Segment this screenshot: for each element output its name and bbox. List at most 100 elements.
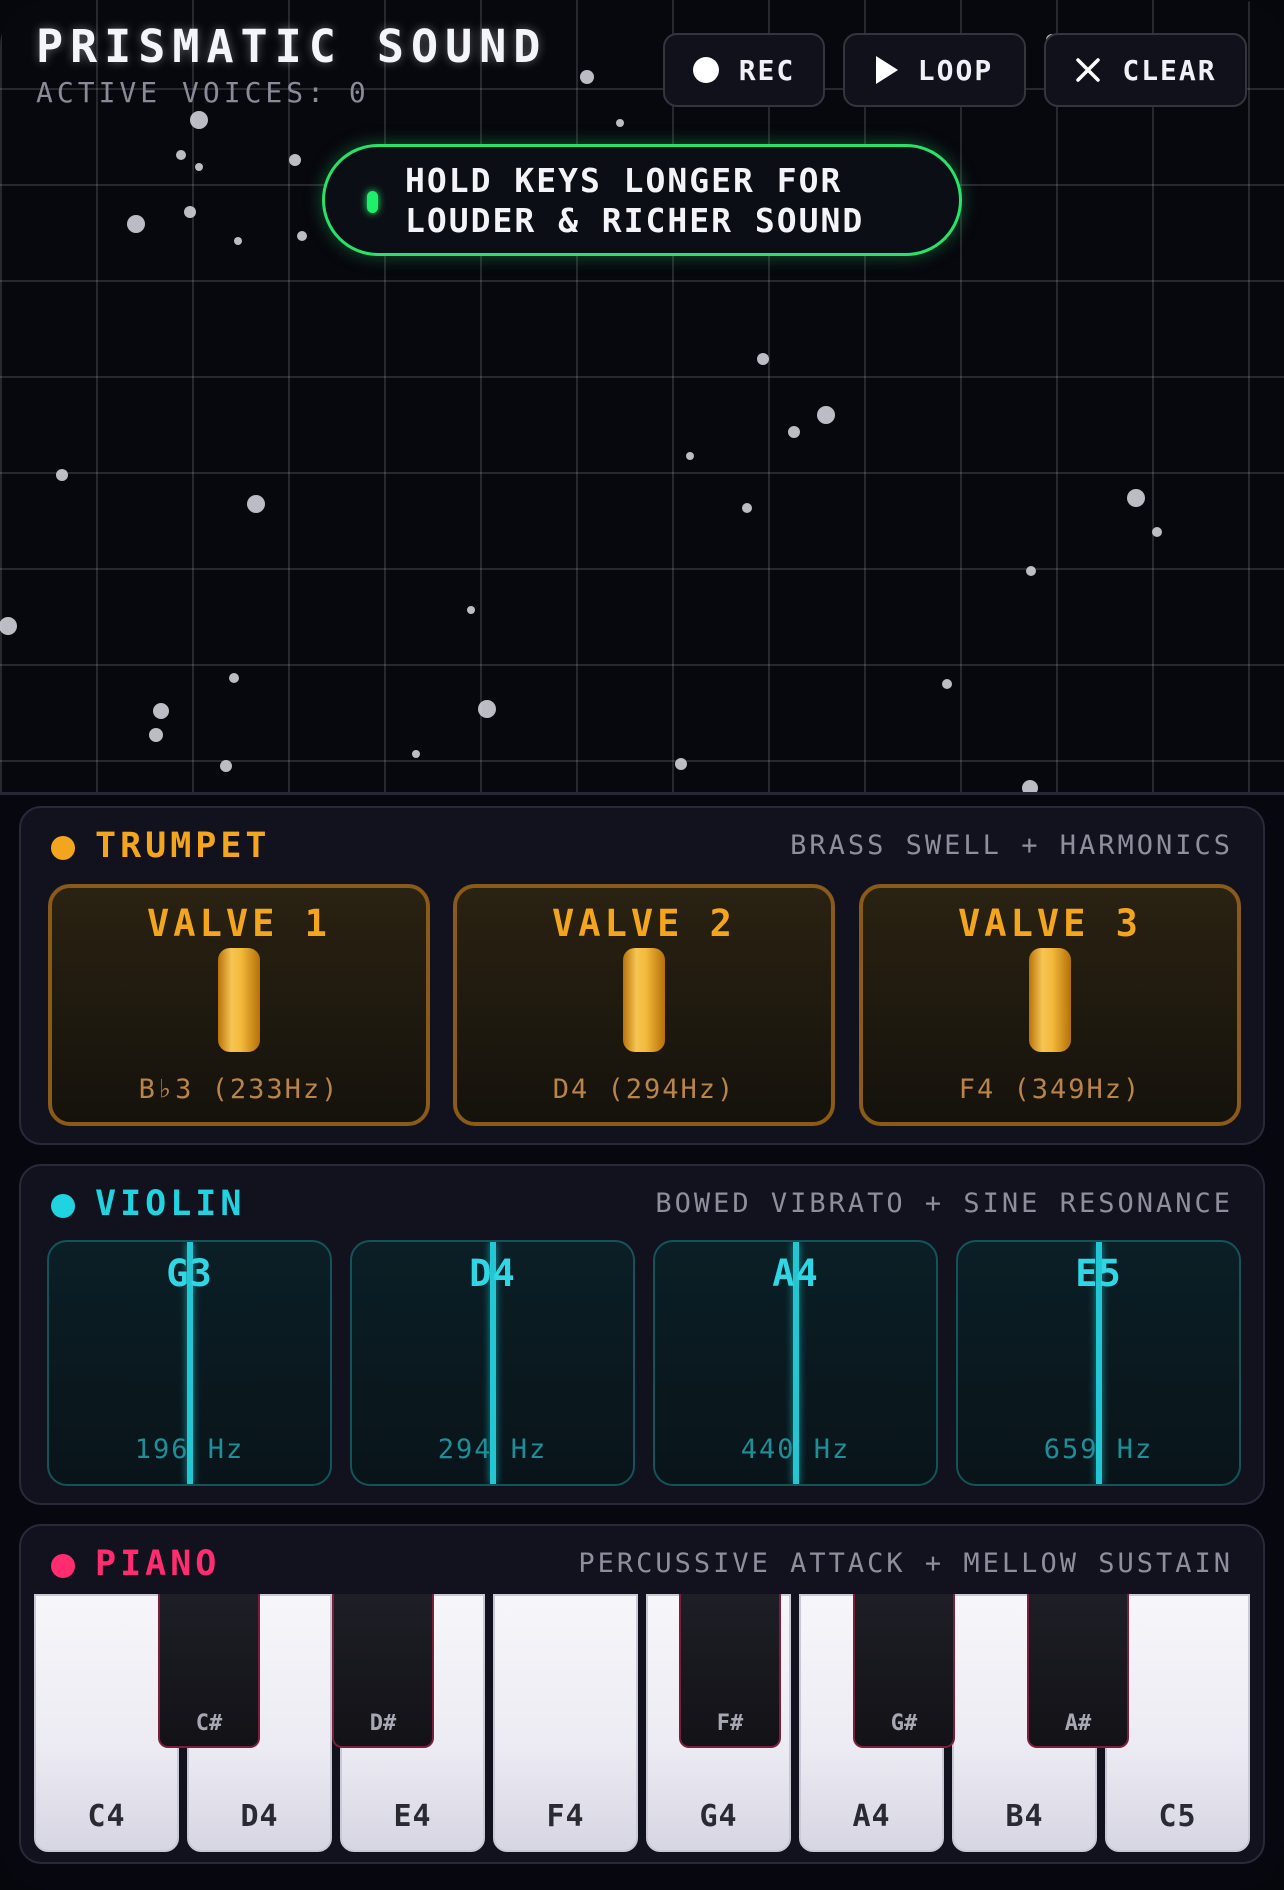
particle-dot xyxy=(220,760,232,772)
violin-indicator-dot xyxy=(51,1194,75,1218)
loop-button-label: LOOP xyxy=(917,53,994,87)
piano-key-f4[interactable]: F4 xyxy=(493,1594,638,1852)
clear-button-label: CLEAR xyxy=(1122,53,1217,87)
key-label: A4 xyxy=(852,1799,891,1834)
particle-dot xyxy=(289,154,301,166)
violin-string-g3[interactable]: G3 196 Hz xyxy=(47,1240,332,1486)
particle-dot xyxy=(742,503,752,513)
trumpet-description: BRASS SWELL + HARMONICS xyxy=(790,830,1233,861)
valve-3[interactable]: VALVE 3 F4 (349Hz) xyxy=(859,884,1241,1126)
rec-button[interactable]: REC xyxy=(663,33,825,107)
piano-title: PIANO xyxy=(95,1544,221,1584)
string-frequency: 196 Hz xyxy=(134,1434,245,1465)
string-frequency: 659 Hz xyxy=(1043,1434,1154,1465)
valve-note: F4 (349Hz) xyxy=(958,1074,1142,1105)
hint-status-indicator xyxy=(367,191,378,213)
piano-key-f-sharp[interactable]: F# xyxy=(679,1594,781,1748)
key-label: F# xyxy=(716,1711,744,1736)
particle-dot xyxy=(467,606,475,614)
hint-banner: HOLD KEYS LONGER FOR LOUDER & RICHER SOU… xyxy=(322,144,962,256)
active-voices-readout: ACTIVE VOICES: 0 xyxy=(36,76,370,109)
hint-line-1: HOLD KEYS LONGER FOR xyxy=(405,161,843,200)
violin-header: VIOLIN BOWED VIBRATO + SINE RESONANCE xyxy=(51,1184,1233,1228)
particle-dot xyxy=(0,617,17,635)
valve-2[interactable]: VALVE 2 D4 (294Hz) xyxy=(453,884,835,1126)
particle-dot xyxy=(190,111,208,129)
string-note: G3 xyxy=(166,1252,213,1295)
particle-dot xyxy=(580,70,594,84)
string-frequency: 294 Hz xyxy=(437,1434,548,1465)
valve-piston-icon xyxy=(218,948,260,1052)
violin-title: VIOLIN xyxy=(95,1184,246,1224)
valve-1[interactable]: VALVE 1 B♭3 (233Hz) xyxy=(48,884,430,1126)
piano-indicator-dot xyxy=(51,1554,75,1578)
key-label: G# xyxy=(890,1711,918,1736)
particle-dot xyxy=(616,119,624,127)
valve-piston-icon xyxy=(623,948,665,1052)
key-label: A# xyxy=(1064,1711,1092,1736)
valve-label: VALVE 1 xyxy=(147,902,331,945)
valve-label: VALVE 2 xyxy=(552,902,736,945)
particle-dot xyxy=(757,353,769,365)
particle-dot xyxy=(195,163,203,171)
particle-dot xyxy=(153,703,169,719)
violin-string-d4[interactable]: D4 294 Hz xyxy=(350,1240,635,1486)
violin-string-a4[interactable]: A4 440 Hz xyxy=(653,1240,938,1486)
app-window: PRISMATIC SOUND ACTIVE VOICES: 0 REC LOO… xyxy=(0,0,1284,1890)
particle-dot xyxy=(56,469,68,481)
app-title: PRISMATIC SOUND xyxy=(36,20,548,73)
particle-dot xyxy=(229,673,239,683)
trumpet-header: TRUMPET BRASS SWELL + HARMONICS xyxy=(51,826,1233,870)
valve-note: D4 (294Hz) xyxy=(552,1074,736,1105)
key-label: D4 xyxy=(240,1799,279,1834)
particle-dot xyxy=(149,728,163,742)
piano-key-g-sharp[interactable]: G# xyxy=(853,1594,955,1748)
piano-keyboard: C4 D4 E4 F4 G4 A4 B4 C5 C# D# F# G# A# xyxy=(34,1594,1252,1852)
particle-dot xyxy=(478,700,496,718)
particle-dot xyxy=(817,406,835,424)
particle-dot xyxy=(675,758,687,770)
particle-dot xyxy=(234,237,242,245)
piano-key-a-sharp[interactable]: A# xyxy=(1027,1594,1129,1748)
key-label: C5 xyxy=(1158,1799,1197,1834)
key-label: G4 xyxy=(699,1799,738,1834)
trumpet-panel: TRUMPET BRASS SWELL + HARMONICS VALVE 1 … xyxy=(19,806,1265,1145)
particle-dot xyxy=(788,426,800,438)
particle-dot xyxy=(127,215,145,233)
key-label: E4 xyxy=(393,1799,432,1834)
violin-panel: VIOLIN BOWED VIBRATO + SINE RESONANCE G3… xyxy=(19,1164,1265,1505)
valve-note: B♭3 (233Hz) xyxy=(138,1074,340,1105)
key-label: D# xyxy=(369,1711,397,1736)
particle-dot xyxy=(176,150,186,160)
particle-dot xyxy=(1022,780,1038,792)
active-voices-label: ACTIVE VOICES: xyxy=(36,76,329,109)
particle-dot xyxy=(247,495,265,513)
particle-dot xyxy=(297,231,307,241)
particle-dot xyxy=(1152,527,1162,537)
string-frequency: 440 Hz xyxy=(740,1434,851,1465)
piano-panel: PIANO PERCUSSIVE ATTACK + MELLOW SUSTAIN… xyxy=(19,1524,1265,1864)
string-note: E5 xyxy=(1075,1252,1122,1295)
piano-header: PIANO PERCUSSIVE ATTACK + MELLOW SUSTAIN xyxy=(51,1544,1233,1588)
loop-button[interactable]: LOOP xyxy=(843,33,1026,107)
violin-string-e5[interactable]: E5 659 Hz xyxy=(956,1240,1241,1486)
clear-button[interactable]: CLEAR xyxy=(1044,33,1247,107)
particle-dot xyxy=(184,206,196,218)
particle-dot xyxy=(412,750,420,758)
hint-text: HOLD KEYS LONGER FOR LOUDER & RICHER SOU… xyxy=(405,161,945,241)
close-x-icon xyxy=(1076,58,1101,82)
play-triangle-icon xyxy=(875,56,898,84)
trumpet-title: TRUMPET xyxy=(95,826,271,866)
particle-dot xyxy=(1127,489,1145,507)
key-label: C4 xyxy=(87,1799,126,1834)
piano-key-d-sharp[interactable]: D# xyxy=(332,1594,434,1748)
piano-key-c-sharp[interactable]: C# xyxy=(158,1594,260,1748)
string-note: D4 xyxy=(469,1252,516,1295)
trumpet-indicator-dot xyxy=(51,836,75,860)
key-label: C# xyxy=(195,1711,223,1736)
particle-dot xyxy=(686,452,694,460)
piano-description: PERCUSSIVE ATTACK + MELLOW SUSTAIN xyxy=(578,1548,1233,1579)
active-voices-count: 0 xyxy=(348,76,370,109)
key-label: B4 xyxy=(1005,1799,1044,1834)
record-dot-icon xyxy=(692,57,719,83)
